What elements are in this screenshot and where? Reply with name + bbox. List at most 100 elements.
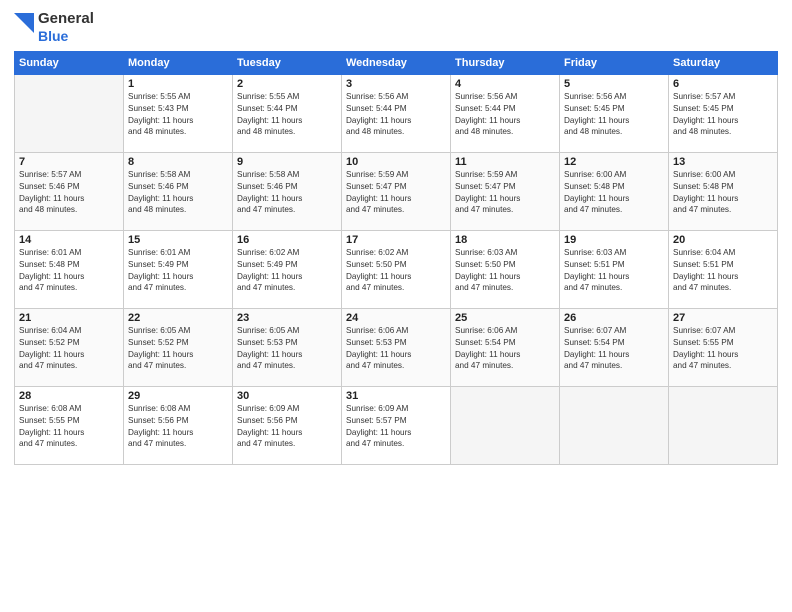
calendar-day-cell: 13Sunrise: 6:00 AM Sunset: 5:48 PM Dayli… [669, 152, 778, 230]
day-number: 4 [455, 78, 555, 90]
calendar-day-cell: 22Sunrise: 6:05 AM Sunset: 5:52 PM Dayli… [124, 308, 233, 386]
day-info: Sunrise: 6:03 AM Sunset: 5:50 PM Dayligh… [455, 247, 555, 295]
day-number: 3 [346, 78, 446, 90]
day-number: 1 [128, 78, 228, 90]
day-number: 10 [346, 156, 446, 168]
calendar-day-cell: 5Sunrise: 5:56 AM Sunset: 5:45 PM Daylig… [560, 74, 669, 152]
calendar-body: 1Sunrise: 5:55 AM Sunset: 5:43 PM Daylig… [15, 74, 778, 464]
day-info: Sunrise: 5:55 AM Sunset: 5:44 PM Dayligh… [237, 91, 337, 139]
calendar-day-cell: 3Sunrise: 5:56 AM Sunset: 5:44 PM Daylig… [342, 74, 451, 152]
calendar-day-cell: 11Sunrise: 5:59 AM Sunset: 5:47 PM Dayli… [451, 152, 560, 230]
day-info: Sunrise: 6:02 AM Sunset: 5:49 PM Dayligh… [237, 247, 337, 295]
calendar-day-cell: 18Sunrise: 6:03 AM Sunset: 5:50 PM Dayli… [451, 230, 560, 308]
calendar-week-row: 28Sunrise: 6:08 AM Sunset: 5:55 PM Dayli… [15, 386, 778, 464]
day-info: Sunrise: 6:06 AM Sunset: 5:54 PM Dayligh… [455, 325, 555, 373]
day-info: Sunrise: 5:56 AM Sunset: 5:45 PM Dayligh… [564, 91, 664, 139]
calendar-day-cell: 1Sunrise: 5:55 AM Sunset: 5:43 PM Daylig… [124, 74, 233, 152]
day-info: Sunrise: 6:00 AM Sunset: 5:48 PM Dayligh… [673, 169, 773, 217]
day-number: 25 [455, 312, 555, 324]
calendar-day-cell: 20Sunrise: 6:04 AM Sunset: 5:51 PM Dayli… [669, 230, 778, 308]
calendar-day-cell: 21Sunrise: 6:04 AM Sunset: 5:52 PM Dayli… [15, 308, 124, 386]
calendar-day-cell: 28Sunrise: 6:08 AM Sunset: 5:55 PM Dayli… [15, 386, 124, 464]
day-number: 12 [564, 156, 664, 168]
weekday-header-cell: Tuesday [233, 51, 342, 74]
day-number: 9 [237, 156, 337, 168]
day-number: 5 [564, 78, 664, 90]
calendar-table: SundayMondayTuesdayWednesdayThursdayFrid… [14, 51, 778, 465]
day-number: 26 [564, 312, 664, 324]
calendar-day-cell: 15Sunrise: 6:01 AM Sunset: 5:49 PM Dayli… [124, 230, 233, 308]
day-number: 23 [237, 312, 337, 324]
calendar-week-row: 14Sunrise: 6:01 AM Sunset: 5:48 PM Dayli… [15, 230, 778, 308]
calendar-day-cell: 29Sunrise: 6:08 AM Sunset: 5:56 PM Dayli… [124, 386, 233, 464]
day-number: 16 [237, 234, 337, 246]
day-info: Sunrise: 6:01 AM Sunset: 5:49 PM Dayligh… [128, 247, 228, 295]
day-number: 17 [346, 234, 446, 246]
calendar-week-row: 21Sunrise: 6:04 AM Sunset: 5:52 PM Dayli… [15, 308, 778, 386]
calendar-day-cell: 2Sunrise: 5:55 AM Sunset: 5:44 PM Daylig… [233, 74, 342, 152]
logo-text-block: General Blue [38, 10, 94, 45]
day-number: 21 [19, 312, 119, 324]
day-number: 24 [346, 312, 446, 324]
weekday-header-cell: Monday [124, 51, 233, 74]
day-number: 6 [673, 78, 773, 90]
day-number: 22 [128, 312, 228, 324]
day-info: Sunrise: 6:09 AM Sunset: 5:57 PM Dayligh… [346, 403, 446, 451]
logo-general-text: General [38, 10, 94, 28]
day-number: 8 [128, 156, 228, 168]
day-info: Sunrise: 5:57 AM Sunset: 5:46 PM Dayligh… [19, 169, 119, 217]
day-info: Sunrise: 6:08 AM Sunset: 5:56 PM Dayligh… [128, 403, 228, 451]
weekday-header-cell: Thursday [451, 51, 560, 74]
day-info: Sunrise: 6:06 AM Sunset: 5:53 PM Dayligh… [346, 325, 446, 373]
weekday-header-cell: Friday [560, 51, 669, 74]
day-number: 18 [455, 234, 555, 246]
day-info: Sunrise: 6:00 AM Sunset: 5:48 PM Dayligh… [564, 169, 664, 217]
day-info: Sunrise: 5:57 AM Sunset: 5:45 PM Dayligh… [673, 91, 773, 139]
calendar-day-cell: 7Sunrise: 5:57 AM Sunset: 5:46 PM Daylig… [15, 152, 124, 230]
day-number: 15 [128, 234, 228, 246]
day-number: 20 [673, 234, 773, 246]
weekday-header-row: SundayMondayTuesdayWednesdayThursdayFrid… [15, 51, 778, 74]
calendar-day-cell: 24Sunrise: 6:06 AM Sunset: 5:53 PM Dayli… [342, 308, 451, 386]
logo-triangle-icon [14, 13, 34, 37]
day-number: 30 [237, 390, 337, 402]
day-info: Sunrise: 5:58 AM Sunset: 5:46 PM Dayligh… [237, 169, 337, 217]
day-info: Sunrise: 5:56 AM Sunset: 5:44 PM Dayligh… [346, 91, 446, 139]
logo: General Blue [14, 10, 94, 45]
day-number: 2 [237, 78, 337, 90]
calendar-week-row: 7Sunrise: 5:57 AM Sunset: 5:46 PM Daylig… [15, 152, 778, 230]
calendar-day-cell: 4Sunrise: 5:56 AM Sunset: 5:44 PM Daylig… [451, 74, 560, 152]
calendar-day-cell: 26Sunrise: 6:07 AM Sunset: 5:54 PM Dayli… [560, 308, 669, 386]
calendar-day-cell: 25Sunrise: 6:06 AM Sunset: 5:54 PM Dayli… [451, 308, 560, 386]
calendar-day-cell [669, 386, 778, 464]
calendar-day-cell: 14Sunrise: 6:01 AM Sunset: 5:48 PM Dayli… [15, 230, 124, 308]
day-info: Sunrise: 6:07 AM Sunset: 5:55 PM Dayligh… [673, 325, 773, 373]
calendar-day-cell: 9Sunrise: 5:58 AM Sunset: 5:46 PM Daylig… [233, 152, 342, 230]
weekday-header-cell: Wednesday [342, 51, 451, 74]
logo-icon-container [14, 13, 34, 42]
day-number: 19 [564, 234, 664, 246]
day-info: Sunrise: 6:04 AM Sunset: 5:52 PM Dayligh… [19, 325, 119, 373]
day-info: Sunrise: 5:55 AM Sunset: 5:43 PM Dayligh… [128, 91, 228, 139]
calendar-day-cell: 27Sunrise: 6:07 AM Sunset: 5:55 PM Dayli… [669, 308, 778, 386]
logo-blue-text: Blue [38, 28, 94, 45]
calendar-day-cell [451, 386, 560, 464]
calendar-day-cell: 31Sunrise: 6:09 AM Sunset: 5:57 PM Dayli… [342, 386, 451, 464]
page-header: General Blue [14, 10, 778, 45]
day-info: Sunrise: 6:01 AM Sunset: 5:48 PM Dayligh… [19, 247, 119, 295]
calendar-day-cell [15, 74, 124, 152]
day-info: Sunrise: 6:08 AM Sunset: 5:55 PM Dayligh… [19, 403, 119, 451]
day-info: Sunrise: 6:04 AM Sunset: 5:51 PM Dayligh… [673, 247, 773, 295]
calendar-day-cell [560, 386, 669, 464]
calendar-day-cell: 19Sunrise: 6:03 AM Sunset: 5:51 PM Dayli… [560, 230, 669, 308]
day-info: Sunrise: 6:07 AM Sunset: 5:54 PM Dayligh… [564, 325, 664, 373]
day-number: 28 [19, 390, 119, 402]
day-info: Sunrise: 6:05 AM Sunset: 5:52 PM Dayligh… [128, 325, 228, 373]
day-info: Sunrise: 6:09 AM Sunset: 5:56 PM Dayligh… [237, 403, 337, 451]
calendar-day-cell: 8Sunrise: 5:58 AM Sunset: 5:46 PM Daylig… [124, 152, 233, 230]
calendar-day-cell: 12Sunrise: 6:00 AM Sunset: 5:48 PM Dayli… [560, 152, 669, 230]
calendar-day-cell: 17Sunrise: 6:02 AM Sunset: 5:50 PM Dayli… [342, 230, 451, 308]
day-number: 7 [19, 156, 119, 168]
day-info: Sunrise: 5:56 AM Sunset: 5:44 PM Dayligh… [455, 91, 555, 139]
calendar-day-cell: 30Sunrise: 6:09 AM Sunset: 5:56 PM Dayli… [233, 386, 342, 464]
